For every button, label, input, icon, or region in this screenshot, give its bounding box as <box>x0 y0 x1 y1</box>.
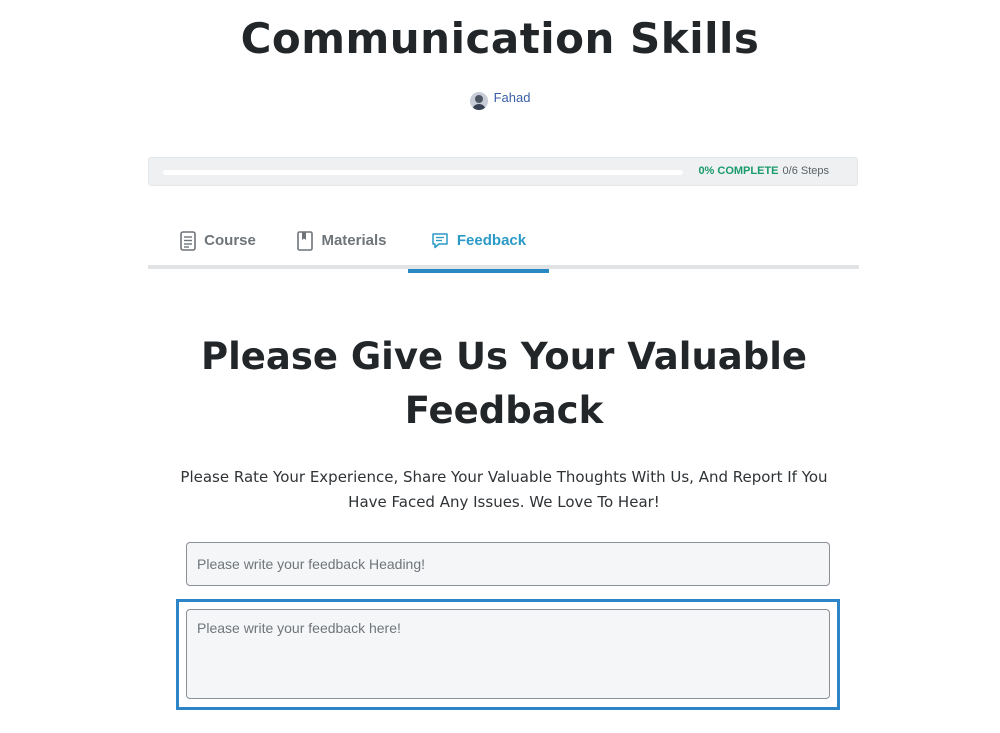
tab-materials[interactable]: Materials <box>282 212 402 269</box>
course-title: Communication Skills <box>240 14 760 63</box>
progress-percent: 0% COMPLETE <box>698 165 779 177</box>
progress-bar <box>163 170 683 175</box>
author-avatar[interactable] <box>469 92 488 110</box>
feedback-heading: Please Give Us Your Valuable Feedback <box>200 335 808 432</box>
tab-feedback[interactable]: Feedback <box>408 212 549 273</box>
tab-course[interactable]: Course <box>162 212 274 269</box>
author-link[interactable]: Fahad <box>494 90 531 105</box>
tab-feedback-label: Feedback <box>456 232 527 249</box>
tab-materials-label: Materials <box>321 232 387 249</box>
progress-status: 0% COMPLETE 0/6 Steps <box>698 165 829 177</box>
feedback-body-textarea[interactable] <box>186 609 830 699</box>
tab-course-label: Course <box>204 232 256 249</box>
page: Communication Skills Fahad 0% COMPLETE 0/… <box>0 0 1000 733</box>
author-byline: Fahad <box>0 84 1000 110</box>
document-icon <box>180 230 196 251</box>
feedback-heading-input[interactable] <box>186 542 830 586</box>
progress-steps: 0/6 Steps <box>782 165 829 177</box>
book-icon <box>297 230 314 251</box>
chat-bubble-icon <box>431 232 449 250</box>
course-tabs: Course Materials Feedback <box>148 212 859 273</box>
progress-panel: 0% COMPLETE 0/6 Steps <box>148 157 858 186</box>
feedback-description: Please Rate Your Experience, Share Your … <box>180 468 828 511</box>
